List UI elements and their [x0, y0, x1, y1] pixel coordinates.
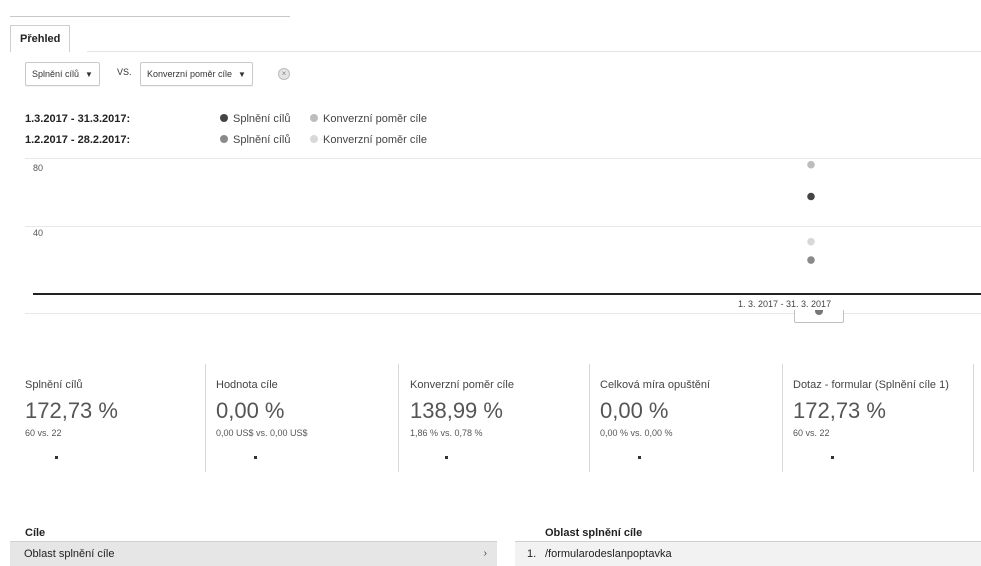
data-point-1[interactable] — [807, 160, 815, 169]
handle-grip-icon — [815, 310, 823, 315]
metric-divider — [205, 364, 206, 472]
goals-title: Cíle — [25, 527, 46, 539]
metric-divider — [782, 364, 783, 472]
metric-label: Splnění cílů — [25, 379, 83, 391]
chart-range-handle[interactable] — [794, 310, 844, 323]
row-index: 1. — [527, 548, 537, 560]
data-point-2[interactable] — [807, 256, 815, 264]
metric-value: 172,73 % — [793, 398, 886, 423]
metric-compare: 0,00 US$ vs. 0,00 US$ — [216, 428, 308, 438]
metric-label: Hodnota cíle — [216, 379, 278, 391]
metric-compare: 1,86 % vs. 0,78 % — [410, 428, 483, 438]
metric-label: Celková míra opuštění — [600, 379, 711, 391]
x-axis-label: 1. 3. 2017 - 31. 3. 2017 — [738, 299, 832, 309]
metric-compare: 0,00 % vs. 0,00 % — [600, 428, 673, 438]
data-point-0[interactable] — [807, 192, 815, 201]
sparkline-icon — [638, 456, 641, 459]
goal-area-row[interactable]: 1. /formularodeslanpoptavka — [515, 541, 981, 566]
metric-conversion-rate[interactable]: Konverzní poměr cíle 138,99 % 1,86 % vs.… — [410, 360, 580, 472]
metric-goal-value[interactable]: Hodnota cíle 0,00 % 0,00 US$ vs. 0,00 US… — [216, 360, 386, 472]
sparkline-icon — [55, 456, 58, 459]
metric-label: Dotaz - formular (Splnění cíle 1) — [793, 379, 949, 391]
metric-label: Konverzní poměr cíle — [410, 379, 514, 391]
metric-compare: 60 vs. 22 — [793, 428, 830, 438]
metric-divider — [589, 364, 590, 472]
metric-divider — [398, 364, 399, 472]
metric-goal1-completions[interactable]: Dotaz - formular (Splnění cíle 1) 172,73… — [793, 360, 963, 472]
goal-area-title: Oblast splnění cíle — [545, 527, 643, 539]
metric-abandonment-rate[interactable]: Celková míra opuštění 0,00 % 0,00 % vs. … — [600, 360, 770, 472]
sparkline-icon — [254, 456, 257, 459]
metric-divider — [973, 364, 974, 472]
metric-goal-completions[interactable]: Splnění cílů 172,73 % 60 vs. 22 — [25, 360, 195, 472]
chart-baseline — [33, 293, 981, 295]
sparkline-icon — [445, 456, 448, 459]
metric-value: 0,00 % — [600, 398, 669, 423]
data-point-3[interactable] — [807, 237, 815, 246]
metric-value: 172,73 % — [25, 398, 118, 423]
sparkline-icon — [831, 456, 834, 459]
metric-compare: 60 vs. 22 — [25, 428, 62, 438]
metric-value: 0,00 % — [216, 398, 285, 423]
row-url-link[interactable]: /formularodeslanpoptavka — [545, 548, 672, 560]
chevron-right-icon: › — [483, 548, 487, 559]
metric-value: 138,99 % — [410, 398, 503, 423]
goals-row-completion-location[interactable]: Oblast splnění cíle › — [10, 541, 497, 566]
goals-row-label: Oblast splnění cíle — [24, 548, 115, 560]
chart-plot — [807, 160, 815, 264]
